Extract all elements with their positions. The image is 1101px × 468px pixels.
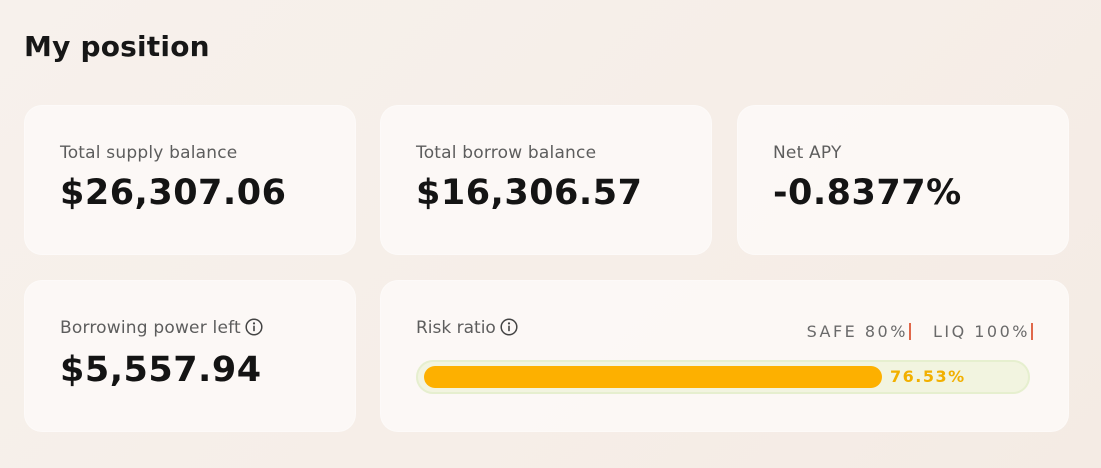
liq-marker-tick — [1031, 323, 1033, 340]
info-icon[interactable] — [245, 318, 263, 336]
total-supply-label: Total supply balance — [60, 143, 238, 163]
safe-marker-tick — [908, 323, 911, 340]
risk-ratio-label-row: Risk ratio — [416, 318, 518, 338]
total-borrow-card: Total borrow balance $16,306.57 — [380, 105, 712, 255]
borrowing-power-card: Borrowing power left $5,557.94 — [24, 280, 356, 432]
risk-ratio-label: Risk ratio — [416, 318, 496, 338]
risk-ratio-bar: 76.53% — [416, 360, 1030, 394]
borrowing-power-label-row: Borrowing power left — [60, 318, 263, 338]
liq-threshold: LIQ 100% — [933, 322, 1033, 341]
risk-ratio-card: Risk ratio SAFE 80% LIQ 100% 76.53% — [380, 280, 1069, 432]
risk-thresholds: SAFE 80% LIQ 100% — [807, 322, 1033, 341]
total-supply-value: $26,307.06 — [60, 173, 287, 213]
total-borrow-label: Total borrow balance — [416, 143, 597, 163]
net-apy-value: -0.8377% — [773, 173, 962, 213]
page-title: My position — [24, 30, 210, 63]
total-borrow-value: $16,306.57 — [416, 173, 643, 213]
risk-ratio-value: 76.53% — [890, 367, 966, 386]
net-apy-label: Net APY — [773, 143, 842, 163]
liq-threshold-label: LIQ 100% — [932, 322, 1030, 341]
info-icon[interactable] — [500, 318, 518, 336]
safe-threshold: SAFE 80% — [807, 322, 911, 341]
safe-threshold-label: SAFE 80% — [806, 322, 908, 341]
risk-ratio-bar-fill — [424, 366, 882, 388]
borrowing-power-label: Borrowing power left — [60, 318, 241, 338]
borrowing-power-value: $5,557.94 — [60, 350, 262, 390]
net-apy-card: Net APY -0.8377% — [737, 105, 1069, 255]
total-supply-card: Total supply balance $26,307.06 — [24, 105, 356, 255]
